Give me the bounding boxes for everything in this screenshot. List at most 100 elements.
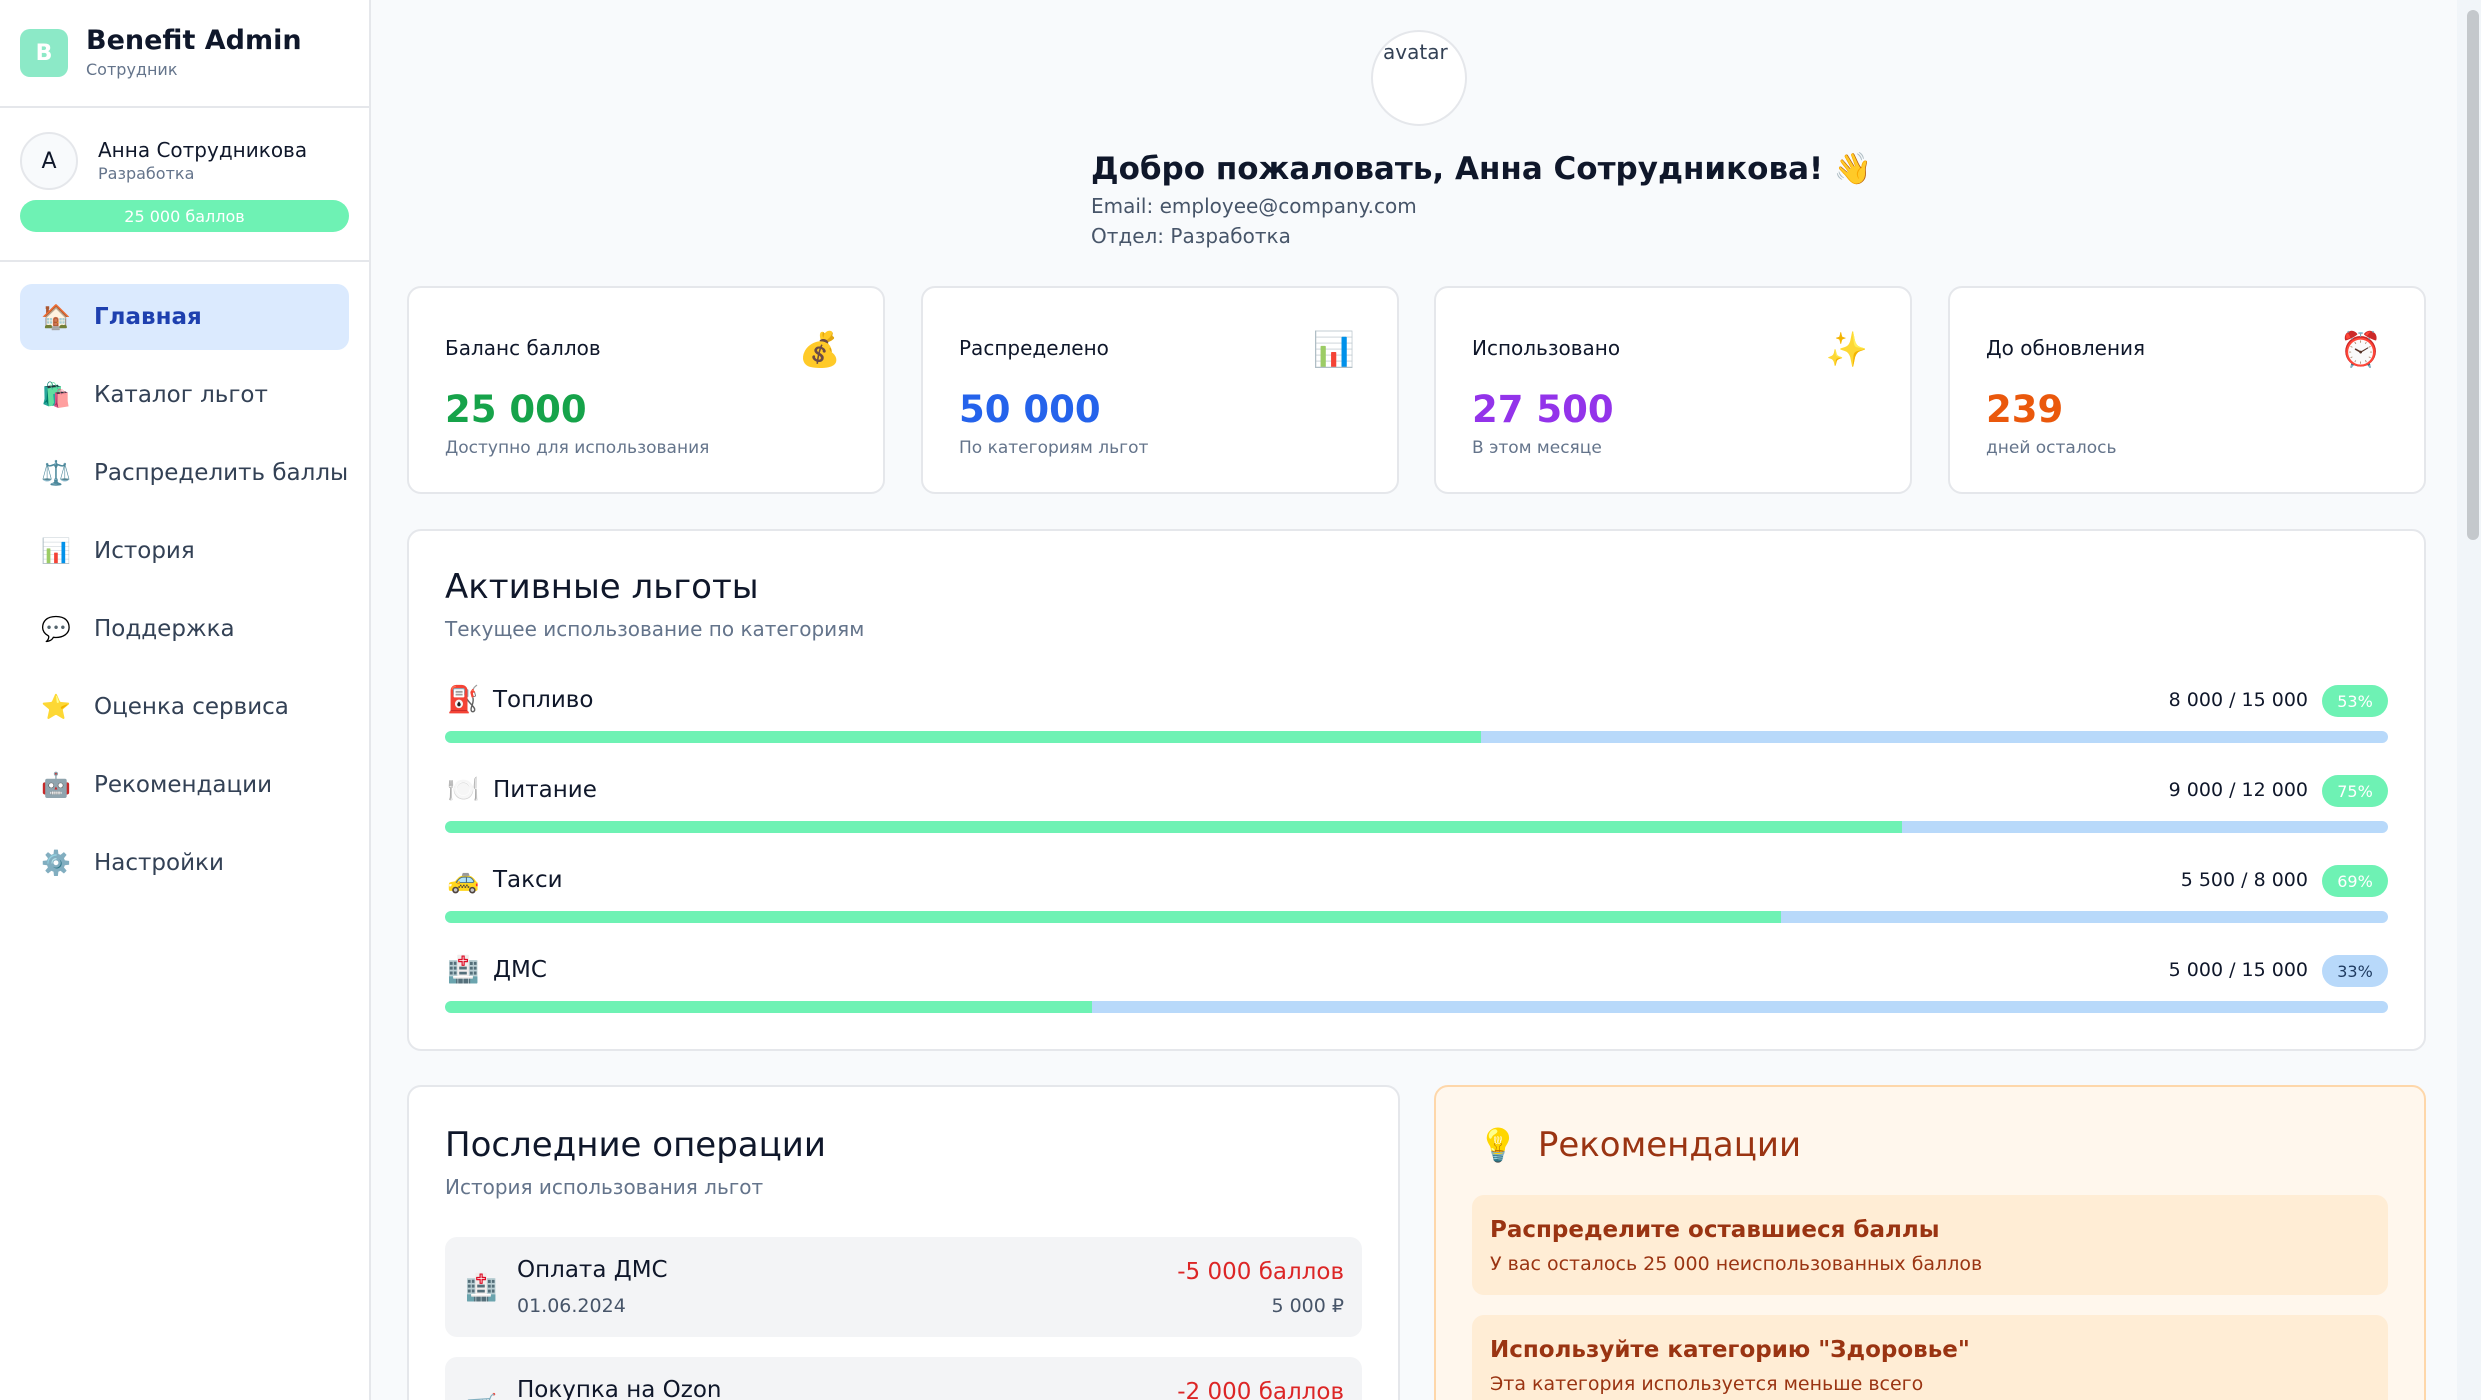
benefit-name: Топливо [493, 687, 594, 713]
light-bulb-icon: 💡 [1478, 1126, 1518, 1164]
brand-role: Сотрудник [86, 60, 178, 79]
recommendation-title: Используйте категорию "Здоровье" [1490, 1337, 1970, 1363]
progress-track [445, 1001, 2388, 1013]
robot-icon: 🤖 [41, 771, 71, 799]
nav-item-label: Поддержка [94, 616, 235, 642]
shopping-cart-icon: 🛒 [465, 1393, 497, 1400]
section-title: Активные льготы [445, 567, 759, 607]
stat-card-balance: Баланс баллов 💰 25 000 Доступно для испо… [407, 286, 885, 494]
active-benefits-card: Активные льготы Текущее использование по… [407, 529, 2426, 1051]
operation-date: 01.06.2024 [517, 1295, 626, 1317]
operation-points: -5 000 баллов [1177, 1259, 1344, 1285]
nav-item-support[interactable]: 💬 Поддержка [20, 596, 349, 662]
recommendation-desc: У вас осталось 25 000 неиспользованных б… [1490, 1253, 1983, 1275]
operation-title: Покупка на Ozon [517, 1377, 722, 1400]
scales-icon: ⚖️ [41, 459, 71, 487]
operation-title: Оплата ДМС [517, 1257, 668, 1283]
house-icon: 🏠 [41, 303, 71, 331]
avatar-alt-text: avatar [1383, 40, 1448, 64]
recommendation-title: Распределите оставшиеся баллы [1490, 1217, 1940, 1243]
hospital-icon: 🏥 [447, 955, 480, 985]
benefit-name: Такси [493, 867, 563, 893]
benefit-row-fuel[interactable]: ⛽ Топливо 8 000 / 15 000 53% [445, 685, 2388, 755]
hospital-icon: 🏥 [465, 1273, 498, 1303]
bar-chart-icon: 📊 [41, 537, 71, 565]
stat-subtitle: По категориям льгот [959, 438, 1149, 458]
section-subtitle: Текущее использование по категориям [445, 617, 865, 641]
avatar[interactable]: А [20, 132, 78, 190]
welcome-title: Добро пожаловать, Анна Сотрудникова! 👋 [1091, 151, 1873, 187]
alarm-clock-icon: ⏰ [2339, 330, 2382, 370]
benefit-name: Питание [493, 777, 597, 803]
nav-item-label: Настройки [94, 850, 224, 876]
operation-points: -2 000 баллов [1177, 1379, 1344, 1400]
stat-subtitle: Доступно для использования [445, 438, 710, 458]
nav-item-distribute[interactable]: ⚖️ Распределить баллы [20, 440, 349, 506]
recommendation-item[interactable]: Распределите оставшиеся баллы У вас оста… [1472, 1195, 2388, 1295]
sidebar: B Benefit Admin Сотрудник А Анна Сотрудн… [0, 0, 371, 1400]
gear-icon: ⚙️ [41, 849, 71, 877]
progress-track [445, 821, 2388, 833]
section-title: Последние операции [445, 1125, 826, 1165]
nav-item-label: Оценка сервиса [94, 694, 289, 720]
progress-fill [445, 911, 1781, 923]
user-department: Разработка [98, 164, 195, 183]
speech-bubble-icon: 💬 [41, 615, 71, 643]
star-icon: ⭐ [41, 693, 71, 721]
recent-operations-card: Последние операции История использования… [407, 1085, 1400, 1400]
stat-subtitle: В этом месяце [1472, 438, 1602, 458]
scrollbar-thumb[interactable] [2467, 10, 2479, 540]
recommendation-item[interactable]: Используйте категорию "Здоровье" Эта кат… [1472, 1315, 2388, 1400]
brand-header: B Benefit Admin Сотрудник [0, 0, 369, 108]
stat-value: 50 000 [959, 388, 1101, 431]
operation-row[interactable]: 🏥 Оплата ДМС 01.06.2024 -5 000 баллов 5 … [445, 1237, 1362, 1337]
sparkles-icon: ✨ [1825, 330, 1868, 370]
benefit-amount: 8 000 / 15 000 [2168, 689, 2308, 711]
benefit-percent-badge: 69% [2322, 865, 2388, 897]
main-content: avatar Добро пожаловать, Анна Сотруднико… [371, 0, 2457, 1400]
plate-icon: 🍽️ [447, 775, 480, 805]
taxi-icon: 🚕 [447, 865, 480, 895]
operation-row[interactable]: 🛒 Покупка на Ozon -2 000 баллов [445, 1357, 1362, 1400]
stat-label: Баланс баллов [445, 336, 601, 360]
section-title: Рекомендации [1537, 1125, 1802, 1165]
user-name: Анна Сотрудникова [98, 138, 308, 162]
money-bag-icon: 💰 [798, 330, 841, 370]
nav-item-settings[interactable]: ⚙️ Настройки [20, 830, 349, 896]
stat-subtitle: дней осталось [1986, 438, 2117, 458]
user-card: А Анна Сотрудникова Разработка 25 000 ба… [0, 108, 369, 262]
stat-label: Распределено [959, 336, 1109, 360]
bar-chart-icon: 📊 [1312, 330, 1355, 370]
benefit-row-taxi[interactable]: 🚕 Такси 5 500 / 8 000 69% [445, 865, 2388, 935]
benefit-amount: 5 000 / 15 000 [2168, 959, 2308, 981]
welcome-avatar: avatar [1371, 30, 1467, 126]
fuel-pump-icon: ⛽ [447, 685, 480, 715]
recommendation-desc: Эта категория используется меньше всего [1490, 1373, 1924, 1395]
stat-value: 239 [1986, 388, 2064, 431]
stat-value: 27 500 [1472, 388, 1614, 431]
benefit-percent-badge: 33% [2322, 955, 2388, 987]
recommendations-card: 💡 Рекомендации Распределите оставшиеся б… [1434, 1085, 2426, 1400]
stat-label: До обновления [1986, 336, 2146, 360]
nav-item-home[interactable]: 🏠 Главная [20, 284, 349, 350]
progress-fill [445, 1001, 1093, 1013]
nav-item-recommendations[interactable]: 🤖 Рекомендации [20, 752, 349, 818]
stat-value: 25 000 [445, 388, 587, 431]
benefit-percent-badge: 53% [2322, 685, 2388, 717]
section-subtitle: История использования льгот [445, 1175, 764, 1199]
benefit-amount: 5 500 / 8 000 [2180, 869, 2308, 891]
nav-item-catalog[interactable]: 🛍️ Каталог льгот [20, 362, 349, 428]
nav-item-label: Рекомендации [94, 772, 273, 798]
shopping-bags-icon: 🛍️ [41, 381, 71, 409]
nav-item-history[interactable]: 📊 История [20, 518, 349, 584]
page-scrollbar[interactable] [2457, 0, 2481, 1400]
user-department-line: Отдел: Разработка [1091, 224, 1291, 248]
stat-card-distributed: Распределено 📊 50 000 По категориям льго… [921, 286, 1399, 494]
benefit-row-food[interactable]: 🍽️ Питание 9 000 / 12 000 75% [445, 775, 2388, 845]
nav-item-label: Главная [94, 304, 202, 330]
progress-fill [445, 821, 1903, 833]
stat-card-renewal: До обновления ⏰ 239 дней осталось [1948, 286, 2426, 494]
nav-item-rating[interactable]: ⭐ Оценка сервиса [20, 674, 349, 740]
stat-card-used: Использовано ✨ 27 500 В этом месяце [1434, 286, 1912, 494]
benefit-row-dms[interactable]: 🏥 ДМС 5 000 / 15 000 33% [445, 955, 2388, 1025]
